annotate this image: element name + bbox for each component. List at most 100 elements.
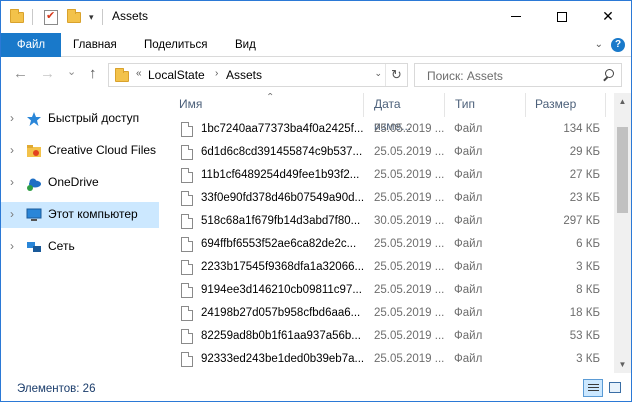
- file-date: 25.05.2019 ...: [374, 353, 445, 365]
- file-size: 29 КБ: [569, 146, 600, 158]
- file-name: 694ffbf6553f52ae6ca82de2c...: [201, 238, 357, 250]
- tab-home[interactable]: Главная: [61, 33, 129, 57]
- address-dropdown-icon[interactable]: ⌄: [374, 68, 382, 79]
- file-size: 23 КБ: [569, 192, 600, 204]
- column-header-type[interactable]: Тип: [439, 93, 519, 117]
- search-input[interactable]: Поиск: Assets: [427, 69, 503, 83]
- file-size: 18 КБ: [569, 307, 600, 319]
- file-icon: [181, 352, 193, 367]
- scroll-thumb[interactable]: [617, 127, 628, 213]
- breadcrumb-assets[interactable]: Assets: [226, 68, 262, 82]
- details-view-button[interactable]: [583, 379, 603, 397]
- minimize-button[interactable]: [493, 1, 539, 32]
- sidebar-item-this-pc[interactable]: › Этот компьютер: [1, 202, 159, 228]
- file-date: 25.05.2019 ...: [374, 146, 445, 158]
- breadcrumb-overflow-icon[interactable]: «: [136, 68, 142, 79]
- recent-locations-chevron-icon[interactable]: ⌄: [67, 64, 76, 80]
- expand-ribbon-chevron-icon[interactable]: ⌄: [595, 39, 603, 50]
- file-type: Файл: [454, 169, 483, 181]
- sidebar-item-label: Сеть: [48, 239, 75, 253]
- file-type: Файл: [454, 284, 483, 296]
- column-header-size[interactable]: Размер: [519, 93, 599, 117]
- scroll-down-icon[interactable]: ▼: [614, 356, 631, 373]
- scroll-up-icon[interactable]: ▲: [614, 93, 631, 110]
- new-folder-icon[interactable]: [67, 8, 81, 26]
- file-date: 30.05.2019 ...: [374, 215, 445, 227]
- table-row[interactable]: 11b1cf6489254d49fee1b93f2... 25.05.2019 .…: [163, 165, 615, 187]
- properties-icon[interactable]: [44, 8, 58, 26]
- file-icon: [181, 168, 193, 183]
- file-name: 9194ee3d146210cb09811c97...: [201, 284, 362, 296]
- file-icon: [181, 283, 193, 298]
- sidebar-item-quick-access[interactable]: › Быстрый доступ: [1, 106, 159, 132]
- refresh-icon[interactable]: ↻: [385, 64, 407, 86]
- search-box[interactable]: Поиск: Assets: [414, 63, 622, 87]
- file-icon: [181, 237, 193, 252]
- file-date: 25.05.2019 ...: [374, 238, 445, 250]
- file-name: 82259ad8b0b1f61aa937a56b...: [201, 330, 361, 342]
- sidebar-item-label: Этот компьютер: [48, 207, 138, 221]
- item-count: Элементов: 26: [17, 383, 96, 395]
- back-arrow-icon[interactable]: ←: [13, 66, 28, 82]
- tab-share[interactable]: Поделиться: [132, 33, 220, 57]
- file-icon: [181, 214, 193, 229]
- tab-file[interactable]: Файл: [1, 33, 61, 57]
- title-bar: ▾ Assets ✕: [1, 1, 631, 33]
- table-row[interactable]: 24198b27d057b958cfbd6aa6... 25.05.2019 ..…: [163, 303, 615, 325]
- sidebar-item-network[interactable]: › Сеть: [1, 234, 159, 260]
- large-icons-view-icon: [609, 382, 621, 393]
- ribbon: Файл Главная Поделиться Вид ⌄ ?: [1, 33, 631, 57]
- file-date: 25.05.2019 ...: [374, 169, 445, 181]
- file-name: 11b1cf6489254d49fee1b93f2...: [201, 169, 360, 181]
- address-folder-icon: [115, 68, 129, 82]
- close-button[interactable]: ✕: [585, 1, 631, 32]
- folder-icon: [27, 145, 41, 157]
- table-row[interactable]: 2233b17545f9368dfa1a32066... 25.05.2019 .…: [163, 257, 615, 279]
- tab-view[interactable]: Вид: [223, 33, 268, 57]
- expand-chevron-icon[interactable]: ›: [10, 239, 14, 253]
- status-bar: Элементов: 26: [1, 375, 631, 401]
- file-type: Файл: [454, 353, 483, 365]
- table-row[interactable]: 33f0e90fd378d46b07549a90d... 25.05.2019 .…: [163, 188, 615, 210]
- folder-app-icon[interactable]: [10, 8, 24, 26]
- expand-chevron-icon[interactable]: ›: [10, 143, 14, 157]
- expand-chevron-icon[interactable]: ›: [10, 207, 14, 221]
- quick-access-dropdown-icon[interactable]: ▾: [89, 8, 94, 26]
- expand-chevron-icon[interactable]: ›: [10, 111, 14, 125]
- cloud-icon: [27, 178, 41, 191]
- vertical-scrollbar[interactable]: ▲ ▼: [614, 93, 631, 373]
- file-type: Файл: [454, 307, 483, 319]
- table-row[interactable]: 9194ee3d146210cb09811c97... 25.05.2019 ..…: [163, 280, 615, 302]
- maximize-button[interactable]: [539, 1, 585, 32]
- sidebar-item-label: Creative Cloud Files: [48, 143, 157, 157]
- table-row[interactable]: 518c68a1f679fb14d3abd7f80... 30.05.2019 .…: [163, 211, 615, 233]
- table-row[interactable]: 6d1d6c8cd391455874c9b537... 25.05.2019 ..…: [163, 142, 615, 164]
- table-row[interactable]: 82259ad8b0b1f61aa937a56b... 25.05.2019 ..…: [163, 326, 615, 348]
- large-icons-view-button[interactable]: [605, 379, 625, 397]
- file-type: Файл: [454, 238, 483, 250]
- sidebar-item-creative-cloud[interactable]: › Creative Cloud Files: [1, 138, 159, 164]
- table-row[interactable]: 1bc7240aa77373ba4f0a2425f... 25.05.2019 .…: [163, 119, 615, 141]
- up-arrow-icon[interactable]: ↑: [89, 66, 97, 82]
- file-name: 92333ed243be1ded0b39eb7a...: [201, 353, 365, 365]
- sidebar-item-label: Быстрый доступ: [48, 111, 140, 125]
- file-type: Файл: [454, 215, 483, 227]
- help-icon[interactable]: ?: [611, 38, 625, 52]
- column-header-name[interactable]: Имя ⌃: [163, 93, 363, 117]
- table-row[interactable]: 92333ed243be1ded0b39eb7a... 25.05.2019 ..…: [163, 349, 615, 371]
- file-icon: [181, 260, 193, 275]
- address-bar[interactable]: « LocalState › Assets ⌄ ↻: [108, 63, 408, 87]
- file-type: Файл: [454, 330, 483, 342]
- column-header-date[interactable]: Дата изме...: [358, 93, 438, 133]
- file-size: 3 КБ: [576, 261, 600, 273]
- file-date: 25.05.2019 ...: [374, 307, 445, 319]
- forward-arrow-icon[interactable]: →: [40, 66, 55, 82]
- file-name: 24198b27d057b958cfbd6aa6...: [201, 307, 361, 319]
- breadcrumb-localstate[interactable]: LocalState: [148, 68, 205, 82]
- file-name: 518c68a1f679fb14d3abd7f80...: [201, 215, 361, 227]
- sort-ascending-icon: ⌃: [266, 93, 275, 103]
- file-date: 25.05.2019 ...: [374, 192, 445, 204]
- expand-chevron-icon[interactable]: ›: [10, 175, 14, 189]
- sidebar-item-onedrive[interactable]: › OneDrive: [1, 170, 159, 196]
- table-row[interactable]: 694ffbf6553f52ae6ca82de2c... 25.05.2019 .…: [163, 234, 615, 256]
